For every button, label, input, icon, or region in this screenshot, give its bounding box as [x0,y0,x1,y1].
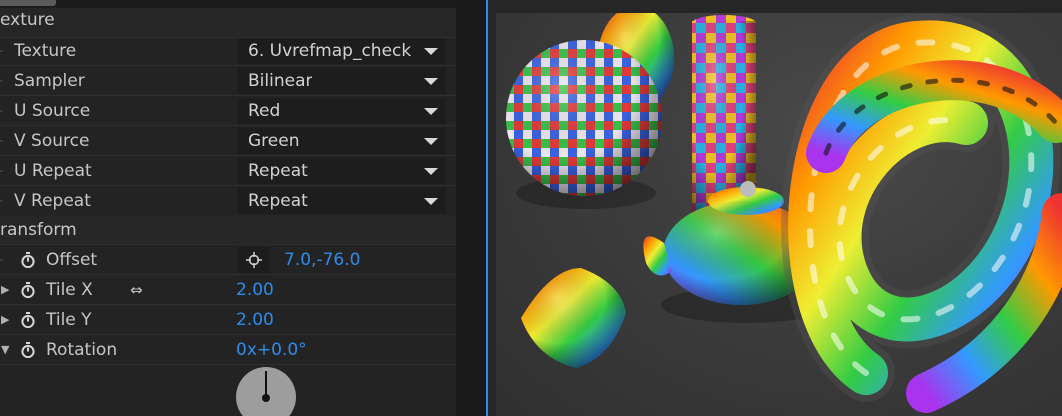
group-texture-label: exture [0,10,55,30]
twirl-open-icon[interactable]: ▼ [1,335,9,365]
twirl-closed-icon[interactable]: ▶ [1,305,9,335]
chevron-down-icon [424,138,438,145]
sampler-dropdown-value: Bilinear [248,71,313,91]
tile-y-value[interactable]: 2.00 [236,305,274,335]
twirl-closed-icon[interactable]: ▶ [1,275,9,305]
property-offset: Offset 7.0,-76.0 [0,245,456,275]
chevron-down-icon [424,198,438,205]
v-repeat-dropdown[interactable]: Repeat [238,188,446,214]
checker-pillow [521,268,626,368]
texture-dropdown-value: 6. Uvrefmap_check [248,41,412,61]
stopwatch-icon[interactable] [20,342,36,358]
checker-sphere [506,40,662,196]
property-texture-label: Texture [14,41,77,61]
panel-tab-strip [0,0,456,8]
resize-horizontal-cursor-icon: ⇔ [130,281,143,299]
rotation-dial[interactable] [236,367,296,416]
effect-controls-panel: exture Texture 6. Uvrefmap_check Sampler… [0,0,456,416]
offset-value[interactable]: 7.0,-76.0 [284,245,360,275]
property-rotation-label: Rotation [46,340,118,360]
tree-guide [0,170,3,172]
v-source-dropdown[interactable]: Green [238,128,446,154]
v-source-dropdown-value: Green [248,131,300,151]
property-rotation: ▼ Rotation 0x+0.0° [0,335,456,365]
property-u-repeat: U Repeat Repeat [0,156,456,186]
property-u-repeat-label: U Repeat [14,161,92,181]
tile-x-value[interactable]: 2.00 [236,275,274,305]
chevron-down-icon [424,108,438,115]
group-transform-label: ransform [0,220,77,240]
u-repeat-dropdown-value: Repeat [248,161,308,181]
property-tile-y-label: Tile Y [46,310,92,330]
property-texture: Texture 6. Uvrefmap_check [0,36,456,66]
texture-dropdown[interactable]: 6. Uvrefmap_check [238,38,446,64]
rotation-dial-hub [262,394,270,402]
render-preview [496,13,1062,416]
panel-divider[interactable] [456,0,486,416]
property-v-repeat: V Repeat Repeat [0,186,456,216]
stopwatch-icon[interactable] [20,252,36,268]
property-tile-x: ▶ Tile X ⇔ 2.00 [0,275,456,305]
property-v-repeat-label: V Repeat [14,191,91,211]
offset-target-button[interactable] [238,247,270,273]
property-sampler-label: Sampler [14,71,85,91]
sampler-dropdown[interactable]: Bilinear [238,68,446,94]
tree-guide [0,110,3,112]
property-u-source-label: U Source [14,101,91,121]
group-texture[interactable]: exture [0,8,456,38]
chevron-down-icon [424,168,438,175]
property-u-source: U Source Red [0,96,456,126]
stopwatch-icon[interactable] [20,282,36,298]
property-sampler: Sampler Bilinear [0,66,456,96]
rotation-value[interactable]: 0x+0.0° [236,335,307,365]
tree-guide [0,140,3,142]
property-tile-x-label: Tile X [46,280,93,300]
u-source-dropdown[interactable]: Red [238,98,446,124]
u-repeat-dropdown[interactable]: Repeat [238,158,446,184]
chevron-down-icon [424,48,438,55]
property-v-source: V Source Green [0,126,456,156]
chevron-down-icon [424,78,438,85]
property-v-source-label: V Source [14,131,90,151]
composition-viewer[interactable] [488,0,1062,416]
scene-illustration [506,13,1062,413]
v-repeat-dropdown-value: Repeat [248,191,308,211]
u-source-dropdown-value: Red [248,101,281,121]
rainbow-torus-knot [781,13,1062,413]
property-tile-y: ▶ Tile Y 2.00 [0,305,456,335]
tree-guide [0,200,3,202]
tree-guide [0,259,3,261]
crosshair-icon [246,252,262,268]
tree-guide [0,80,3,82]
tree-guide [0,50,3,52]
stopwatch-icon[interactable] [20,312,36,328]
property-offset-label: Offset [46,250,98,270]
group-transform[interactable]: ransform [0,215,456,245]
